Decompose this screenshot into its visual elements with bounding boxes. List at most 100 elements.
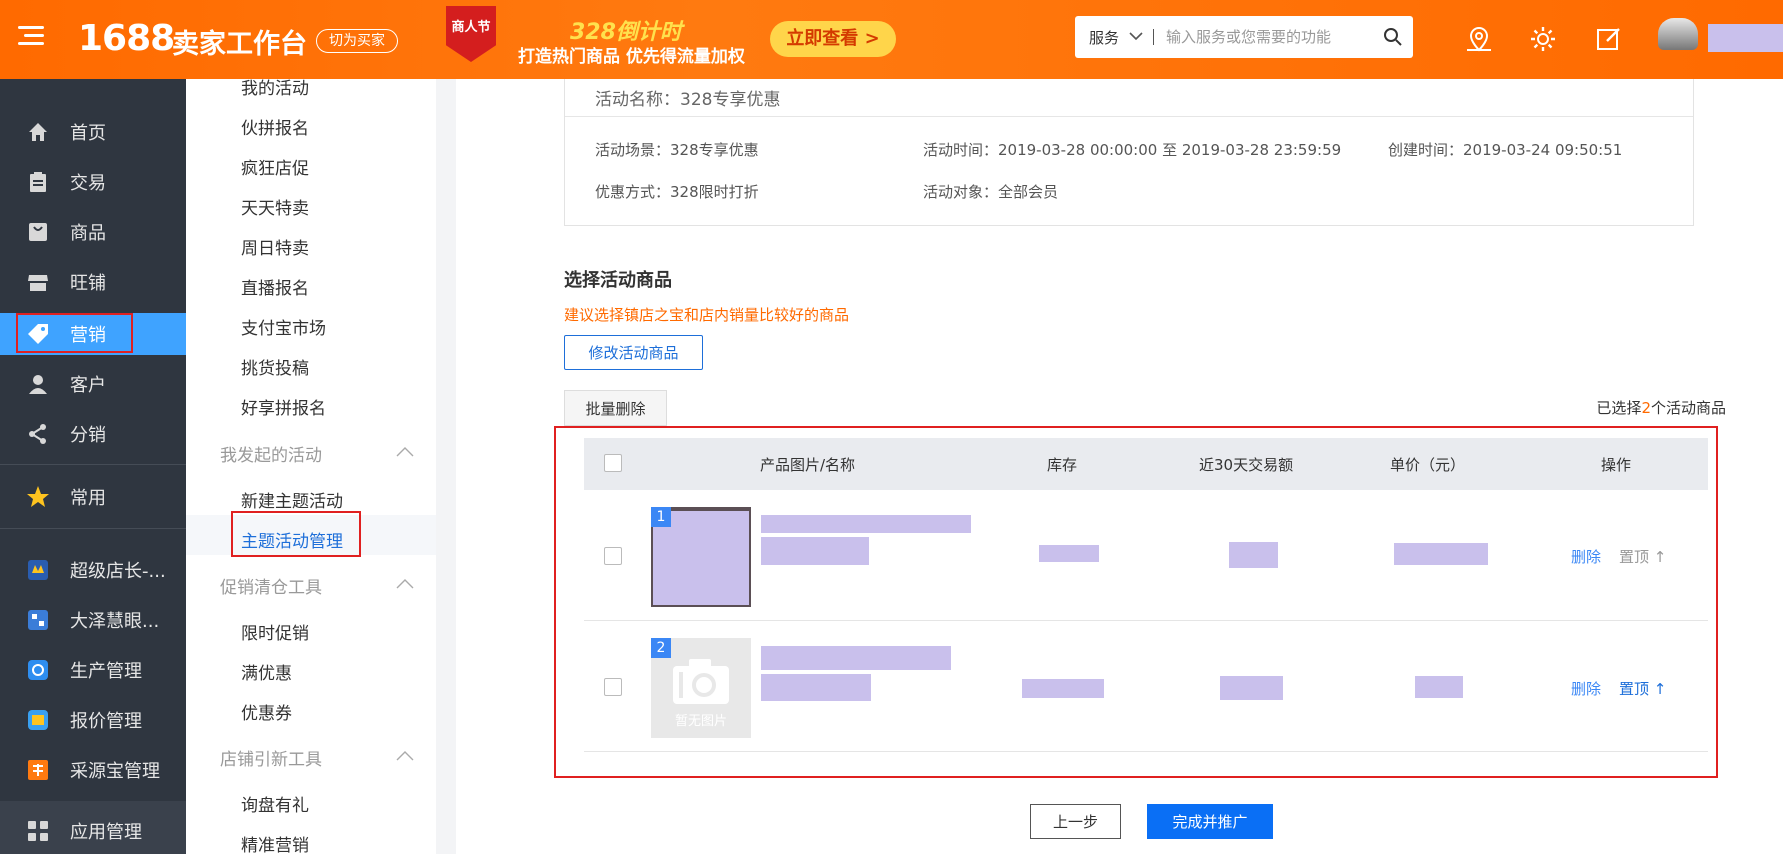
submenu-item-inquiry-gift[interactable]: 询盘有礼 — [241, 791, 309, 816]
sidebar-item-label: 首页 — [70, 123, 106, 144]
header-stock: 库存 — [1047, 456, 1078, 474]
submenu-item-daily-sale[interactable]: 天天特卖 — [241, 194, 309, 219]
avatar[interactable] — [1658, 18, 1698, 50]
submenu-group-promo-clear[interactable]: 促销清仓工具 — [220, 573, 414, 598]
section-title: 选择活动商品 — [564, 270, 672, 291]
pin-top-link[interactable]: 置顶 ↑ — [1619, 546, 1666, 567]
submenu-item-haoxiang-pin[interactable]: 好享拼报名 — [241, 394, 326, 419]
sidebar-divider — [0, 528, 186, 529]
submenu-item-full-discount[interactable]: 满优惠 — [241, 659, 292, 684]
redacted-price — [1394, 543, 1488, 565]
logo-number: 1688 — [78, 18, 175, 59]
batch-delete-button[interactable]: 批量删除 — [564, 390, 667, 426]
sidebar-item-label: 常用 — [70, 488, 106, 509]
activity-name: 活动名称：328专享优惠 — [595, 90, 781, 110]
submenu-item-new-theme[interactable]: 新建主题活动 — [241, 487, 343, 512]
modify-products-button[interactable]: 修改活动商品 — [564, 335, 703, 370]
sidebar-item-caiyuanbao[interactable]: 采源宝管理 — [0, 749, 186, 791]
sidebar-item-label: 商品 — [70, 223, 106, 244]
selected-prefix: 已选择 — [1596, 399, 1642, 417]
sidebar-item-app-manage[interactable]: 应用管理 — [0, 810, 186, 852]
search-scope-select[interactable]: 服务 — [1075, 27, 1153, 48]
sidebar-item-distribution[interactable]: 分销 — [0, 413, 186, 455]
redacted-product-name[interactable] — [761, 515, 971, 533]
main-sidebar: 首页 交易 商品 旺铺 营销 客户 分销 常用 超级店长-... 大泽慧眼...… — [0, 79, 186, 854]
search-icon[interactable] — [1373, 27, 1413, 47]
row-divider — [584, 620, 1708, 621]
sidebar-divider — [0, 464, 186, 465]
select-all-checkbox[interactable] — [604, 454, 622, 472]
sidebar-item-production[interactable]: 生产管理 — [0, 649, 186, 691]
row-checkbox[interactable] — [604, 678, 622, 696]
sidebar-item-quote[interactable]: 报价管理 — [0, 699, 186, 741]
submenu-item-live-signup[interactable]: 直播报名 — [241, 274, 309, 299]
highlight-box-theme-manage — [231, 511, 361, 557]
sidebar-item-label: 超级店长-... — [70, 561, 166, 582]
activity-discount: 优惠方式：328限时打折 — [595, 183, 759, 201]
user-name-redacted[interactable] — [1708, 24, 1783, 52]
sidebar-item-home[interactable]: 首页 — [0, 111, 186, 153]
product-image[interactable]: 1 — [651, 507, 751, 607]
info-divider — [565, 116, 1693, 117]
sidebar-item-dazedata[interactable]: 大泽慧眼... — [0, 599, 186, 641]
promo-view-button[interactable]: 立即查看 > — [770, 21, 896, 57]
header-operation: 操作 — [1601, 456, 1632, 474]
sidebar-item-label: 应用管理 — [70, 822, 142, 843]
submenu-item-pick-submit[interactable]: 挑货投稿 — [241, 354, 309, 379]
product-image-placeholder[interactable]: 2 暂无图片 — [651, 638, 751, 738]
submenu-item-coupon[interactable]: 优惠券 — [241, 699, 292, 724]
submenu-item-alipay-market[interactable]: 支付宝市场 — [241, 314, 326, 339]
redacted-turnover — [1229, 542, 1278, 568]
row-checkbox[interactable] — [604, 547, 622, 565]
search-box: 服务 — [1075, 16, 1413, 58]
search-input[interactable] — [1154, 28, 1373, 46]
sidebar-item-super-manager[interactable]: 超级店长-... — [0, 549, 186, 591]
submenu-item-sunday-sale[interactable]: 周日特卖 — [241, 234, 309, 259]
submenu-item-group-buy[interactable]: 伙拼报名 — [241, 114, 309, 139]
menu-toggle-icon[interactable] — [18, 26, 44, 48]
pin-top-label: 置顶 — [1619, 548, 1650, 566]
header-turnover: 近30天交易额 — [1199, 456, 1294, 474]
submenu-item-crazy-promo[interactable]: 疯狂店促 — [241, 154, 309, 179]
gear-icon[interactable] — [1528, 24, 1558, 54]
submenu-item-my-activities[interactable]: 我的活动 — [241, 74, 309, 99]
previous-step-button[interactable]: 上一步 — [1030, 804, 1121, 839]
submenu-item-limited-promo[interactable]: 限时促销 — [241, 619, 309, 644]
pin-top-link[interactable]: 置顶 ↑ — [1619, 678, 1666, 699]
switch-to-buyer-button[interactable]: 切为买家 — [316, 29, 398, 53]
sidebar-item-store[interactable]: 旺铺 — [0, 261, 186, 303]
edit-icon[interactable] — [1594, 24, 1624, 54]
camera-icon — [673, 659, 729, 704]
sidebar-item-trade[interactable]: 交易 — [0, 161, 186, 203]
selected-count: 已选择2个活动商品 — [1596, 397, 1726, 418]
row-divider — [584, 751, 1708, 752]
delete-link[interactable]: 删除 — [1571, 678, 1601, 699]
row-index: 2 — [651, 638, 671, 658]
main-content: 活动名称：328专享优惠 活动场景：328专享优惠 活动时间：2019-03-2… — [456, 79, 1783, 854]
logo-text: 卖家工作台 — [172, 29, 307, 60]
sidebar-item-label: 交易 — [70, 173, 106, 194]
promo-badge: 商人节 — [446, 6, 496, 62]
submenu-item-precise-marketing[interactable]: 精准营销 — [241, 831, 309, 854]
sidebar-item-favorites[interactable]: 常用 — [0, 476, 186, 518]
sidebar-item-goods[interactable]: 商品 — [0, 211, 186, 253]
submenu-group-my-launched[interactable]: 我发起的活动 — [220, 441, 414, 466]
sidebar-item-customer[interactable]: 客户 — [0, 363, 186, 405]
redacted-product-name[interactable] — [761, 646, 951, 670]
activity-time: 活动时间：2019-03-28 00:00:00 至 2019-03-28 23… — [923, 141, 1342, 159]
redacted-product-name[interactable] — [761, 537, 869, 565]
user-icon — [26, 372, 50, 396]
map-pin-icon[interactable] — [1464, 24, 1494, 54]
highlight-box-marketing — [16, 313, 133, 353]
redacted-stock — [1022, 679, 1104, 698]
finish-and-promote-button[interactable]: 完成并推广 — [1147, 804, 1273, 839]
submenu-group-label: 店铺引新工具 — [220, 750, 322, 770]
bag-icon — [26, 220, 50, 244]
redacted-product-name[interactable] — [761, 674, 871, 701]
delete-link[interactable]: 删除 — [1571, 546, 1601, 567]
submenu-group-store-new[interactable]: 店铺引新工具 — [220, 745, 414, 770]
share-icon — [26, 422, 50, 446]
selected-number: 2 — [1641, 399, 1651, 417]
header-product: 产品图片/名称 — [760, 456, 856, 474]
chevron-up-icon — [396, 575, 414, 589]
